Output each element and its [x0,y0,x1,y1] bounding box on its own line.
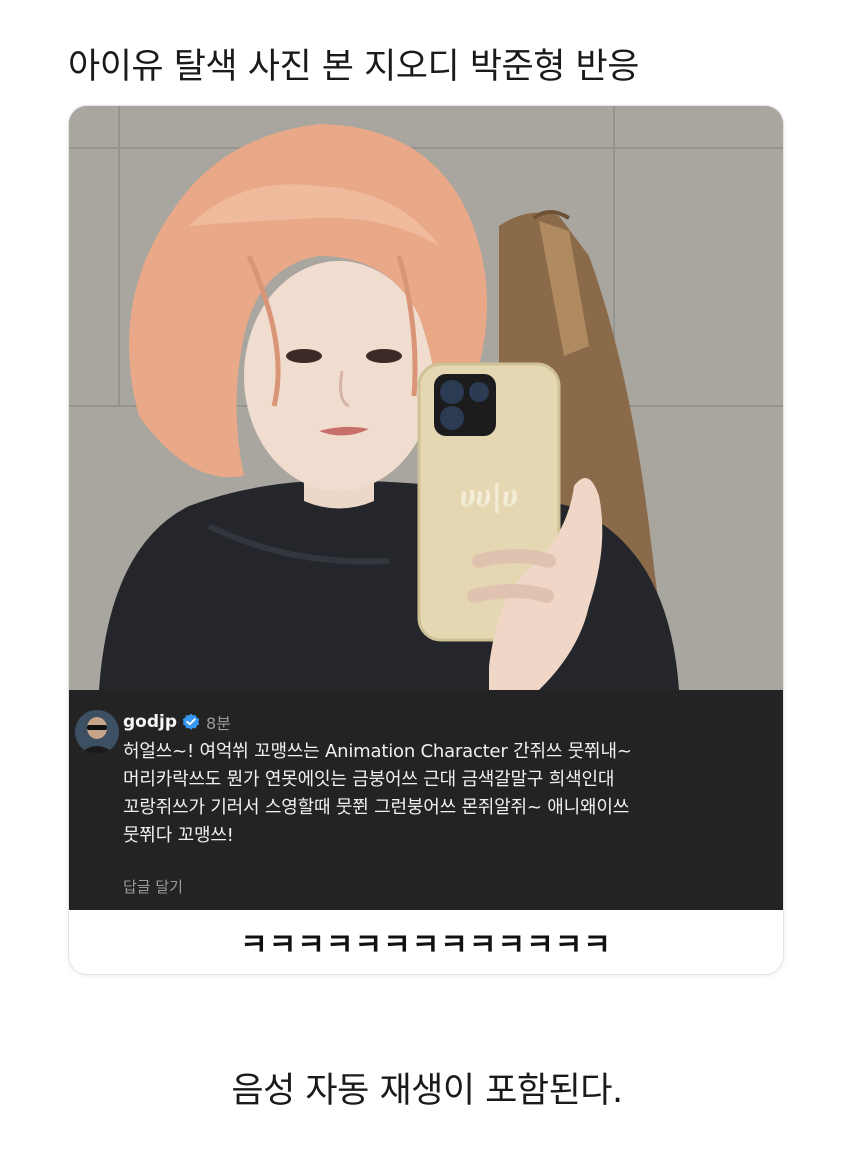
footer-caption: 음성 자동 재생이 포함된다. [231,1071,623,1111]
comment-header: godjp 8분 [123,710,231,734]
post-headline: 아이유 탈색 사진 본 지오디 박준형 반응 [68,47,639,87]
comment-line: 머리카락쓰도 뭔가 연못에잇는 금붕어쓰 근대 금색갈말구 희색인대 [123,769,615,790]
laugh-caption: ㅋㅋㅋㅋㅋㅋㅋㅋㅋㅋㅋㅋㅋ [240,928,612,963]
comment-line: 허얼쓰~! 여억쒸 꼬맹쓰는 Animation Character 간쥐쓰 뭇… [123,741,632,762]
avatar[interactable] [75,710,119,754]
comment-time: 8분 [206,714,231,733]
reply-button[interactable]: 답글 달기 [123,876,183,897]
selfie-photo: ሀሀ|ሀ [69,106,783,690]
verified-badge-icon [182,713,200,730]
comment-line: 꼬랑쥐쓰가 기러서 스영할때 뭇쮠 그런붕어쓰 몬쥐알쥐~ 애니왜이쓰 [123,797,630,818]
comment-username[interactable]: godjp [123,712,177,732]
selfie-illustration: ሀሀ|ሀ [69,106,783,690]
phone-case-text: ሀሀ|ሀ [460,479,518,514]
comment-line: 뭇쮜다 꼬맹쓰! [123,825,234,846]
comment-panel: godjp 8분 허얼쓰~! 여억쒸 꼬맹쓰는 Animation Charac… [69,690,783,910]
comment-text: 허얼쓰~! 여억쒸 꼬맹쓰는 Animation Character 간쥐쓰 뭇… [123,738,779,850]
embedded-post-card: ሀሀ|ሀ godjp 8분 허얼쓰~! 여억쒸 꼬맹쓰는 Animation C… [69,106,783,974]
